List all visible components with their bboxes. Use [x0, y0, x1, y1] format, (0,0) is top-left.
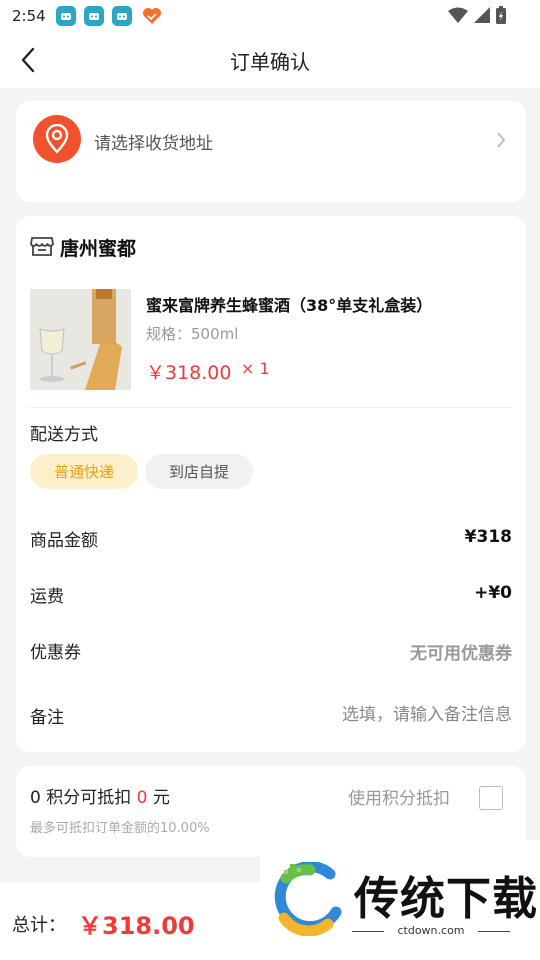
points-text: 积分可抵扣 — [40, 788, 137, 808]
remark-input[interactable] — [252, 702, 512, 728]
total-value: ￥318.00 — [78, 912, 195, 940]
ctdown-logo-icon — [274, 862, 342, 936]
heart-app-icon — [142, 8, 161, 24]
product-price: ￥318.00 — [146, 362, 232, 384]
watermark-domain: ctdown.com — [352, 924, 510, 937]
goods-amount-label: 商品金额 — [30, 531, 98, 551]
app-notification-icon — [111, 6, 132, 26]
total-label: 总计： — [12, 915, 66, 936]
points-summary: 0 积分可抵扣 0 元 — [30, 783, 170, 808]
points-count: 0 — [30, 788, 41, 808]
product-image — [30, 289, 131, 390]
product-spec: 规格：500ml — [146, 325, 239, 343]
shop-name: 唐州蜜都 — [60, 238, 137, 260]
use-points-label: 使用积分抵扣 — [348, 789, 450, 809]
product-quantity: × 1 — [241, 359, 270, 378]
order-details-card: 唐州蜜都 蜜来富牌养生蜂蜜酒（38°单支礼盒装） 规格：500ml ￥318.0… — [16, 216, 526, 752]
divider — [30, 407, 512, 408]
delivery-option-pickup[interactable]: 到店自提 — [145, 454, 253, 489]
delivery-method-label: 配送方式 — [30, 425, 98, 445]
app-notification-icon — [55, 6, 76, 26]
use-points-checkbox[interactable] — [479, 786, 503, 810]
status-time: 2:54 — [12, 7, 46, 25]
battery-icon — [496, 6, 506, 24]
product-title[interactable]: 蜜来富牌养生蜂蜜酒（38°单支礼盒装） — [146, 292, 432, 316]
select-address-card[interactable]: 请选择收货地址 — [16, 101, 526, 202]
store-icon — [30, 237, 54, 256]
coupon-value[interactable]: 无可用优惠券 — [410, 639, 512, 664]
coupon-label: 优惠券 — [30, 643, 81, 663]
cell-signal-icon — [474, 7, 490, 23]
status-indicators — [448, 6, 506, 24]
points-note: 最多可抵扣订单金额的10.00% — [30, 821, 210, 836]
wifi-icon — [448, 7, 468, 23]
status-bar: 2:54 — [0, 0, 540, 32]
site-watermark: 传统下载 ctdown.com — [260, 840, 540, 960]
points-deduct-amount: 0 — [136, 788, 148, 808]
remark-label: 备注 — [30, 708, 64, 728]
watermark-brand: 传统下载 — [354, 872, 539, 925]
shipping-label: 运费 — [30, 587, 64, 607]
page-title: 订单确认 — [230, 50, 310, 74]
app-notification-icon — [83, 6, 104, 26]
goods-amount-value: ¥318 — [464, 527, 512, 547]
address-placeholder: 请选择收货地址 — [94, 134, 213, 154]
chevron-right-icon — [497, 132, 506, 148]
navigation-bar: 订单确认 — [0, 32, 540, 88]
location-pin-icon — [33, 115, 81, 163]
delivery-option-express[interactable]: 普通快递 — [30, 454, 138, 489]
shipping-value: +¥0 — [474, 583, 512, 603]
points-unit: 元 — [147, 788, 170, 808]
